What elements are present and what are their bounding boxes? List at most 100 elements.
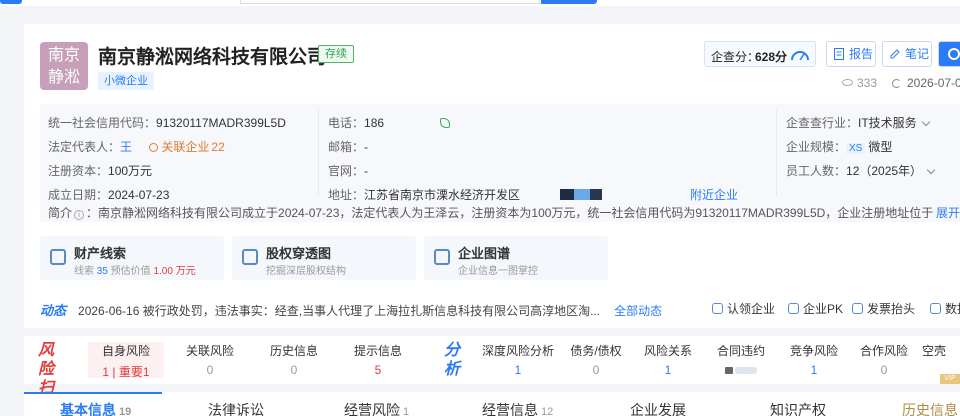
property-clues-card[interactable]: 财产线索 线索 35 预估价值 1.00 万元 xyxy=(40,236,224,280)
analysis-label: 竞争风险 xyxy=(789,344,838,358)
phone-label: 电话： xyxy=(328,116,365,130)
score-button[interactable]: 企查分： 628分 xyxy=(704,41,816,67)
risk-relation-cell[interactable]: 风险关系 1 xyxy=(636,342,700,378)
locked-value xyxy=(706,363,776,377)
credit-code-row: 统一社会信用代码：91320117MADR399L5D xyxy=(48,114,286,131)
action-label: 认领企业 xyxy=(727,302,776,316)
feature-sub: 挖掘深层股权结构 xyxy=(266,266,346,277)
capital-value: 100万元 xyxy=(108,164,153,178)
tab-operation-risk[interactable]: 经营风险 1 xyxy=(344,400,409,416)
tab-operation-info[interactable]: 经营信息 12 xyxy=(482,400,553,416)
tab-history[interactable]: 历史信息 xyxy=(902,400,958,416)
scale-row: 企业规模： XS 微型 xyxy=(786,138,892,155)
analysis-label: 风险关系 xyxy=(643,344,692,358)
data-button[interactable]: 数据 xyxy=(930,300,960,317)
contract-default-cell[interactable]: 合同违约 xyxy=(706,342,776,378)
founded-label: 成立日期： xyxy=(48,188,109,202)
risk-scan-panel: 风险扫描 自身风险 1 | 重要1 关联风险 0 历史信息 0 提示信息 5 分… xyxy=(24,336,960,416)
action-label: 发票抬头 xyxy=(867,302,916,316)
related-risk-cell[interactable]: 关联风险 0 xyxy=(172,342,248,378)
note-label: 笔记 xyxy=(905,47,930,61)
search-input[interactable] xyxy=(240,0,540,4)
tab-count: 12 xyxy=(541,406,554,416)
website-label: 官网： xyxy=(328,164,365,178)
history-info-cell[interactable]: 历史信息 0 xyxy=(256,342,332,378)
founded-row: 成立日期：2024-07-23 xyxy=(48,186,169,203)
risk-value: 5 xyxy=(374,363,382,377)
website-value: - xyxy=(364,164,369,178)
legal-rep-link[interactable]: 王 xyxy=(120,140,132,154)
related-icon xyxy=(149,143,159,152)
analysis-label: 空壳 xyxy=(922,344,947,358)
claim-icon xyxy=(712,303,723,314)
competition-risk-cell[interactable]: 竞争风险 1 xyxy=(782,342,846,378)
logo-icon[interactable] xyxy=(0,0,22,4)
related-companies-link[interactable]: 关联企业 22 xyxy=(149,140,225,154)
legal-rep-label: 法定代表人： xyxy=(48,140,121,154)
vip-blur xyxy=(735,367,757,374)
nearby-companies-link[interactable]: 附近企业 xyxy=(690,188,738,202)
deep-risk-cell[interactable]: 深度风险分析 1 xyxy=(480,342,556,378)
credit-code-value[interactable]: 91320117MADR399L5D xyxy=(156,116,286,130)
tab-basic-info[interactable]: 基本信息 19 xyxy=(60,400,131,416)
tab-development[interactable]: 企业发展 xyxy=(630,400,686,416)
update-time[interactable]: 2026-07-0 xyxy=(892,76,960,90)
feature-title: 财产线索 xyxy=(74,246,127,261)
company-name: 南京静淞网络科技有限公司 xyxy=(98,47,327,68)
analysis-value: 1 xyxy=(514,363,522,377)
expand-link[interactable]: 展开 xyxy=(933,204,960,221)
summary: 简介 i ：南京静淞网络科技有限公司成立于2024-07-23，法定代表人为王泽云，… xyxy=(48,204,960,221)
address-value[interactable]: 江苏省南京市溧水经济开发区 xyxy=(364,188,520,202)
size-tag[interactable]: 小微企业 xyxy=(98,72,154,90)
industry-value[interactable]: IT技术服务 xyxy=(858,116,917,130)
feature-sub: 企业信息一图掌控 xyxy=(458,266,538,277)
clue-value: 1.00 万元 xyxy=(153,266,196,277)
all-dynamics-link[interactable]: 全部动态 xyxy=(614,304,662,318)
risk-label: 历史信息 xyxy=(269,344,318,358)
search-button[interactable] xyxy=(541,0,597,4)
tab-legal[interactable]: 法律诉讼 xyxy=(208,400,264,416)
graph-icon xyxy=(434,249,450,265)
debt-cell[interactable]: 债务/债权 0 xyxy=(562,342,630,378)
chevron-down-icon[interactable] xyxy=(926,165,936,175)
report-button[interactable]: 报告 xyxy=(826,41,876,67)
invoice-icon xyxy=(852,303,863,314)
company-pk-button[interactable]: 企业PK xyxy=(788,300,843,317)
analysis-value: 1 xyxy=(664,363,672,377)
scale-tag: XS xyxy=(846,143,866,154)
equity-chart-card[interactable]: 股权穿透图 挖掘深层股权结构 xyxy=(232,236,416,280)
tab-label: 企业发展 xyxy=(630,402,686,416)
clue-count: 35 xyxy=(96,266,108,277)
top-header xyxy=(0,0,960,6)
shell-cell[interactable]: 空壳 xyxy=(922,342,960,378)
info-icon[interactable]: i xyxy=(74,210,85,220)
tab-ip[interactable]: 知识产权 xyxy=(770,400,826,416)
risk-label: 自身风险 xyxy=(101,344,150,358)
locate-icon xyxy=(948,48,960,60)
action-label: 企业PK xyxy=(803,302,844,316)
chevron-down-icon[interactable] xyxy=(921,117,930,127)
analysis-value: 0 xyxy=(592,363,600,377)
tab-label: 知识产权 xyxy=(770,402,826,416)
tab-label: 法律诉讼 xyxy=(208,402,264,416)
cooperation-risk-cell[interactable]: 合作风险 0 xyxy=(852,342,916,378)
note-button[interactable]: 笔记 xyxy=(882,41,932,67)
dynamic-text[interactable]: 2026-06-16 被行政处罚，违法事实：经查,当事人代理了上海拉扎斯信息科技… xyxy=(78,304,600,318)
self-risk-cell[interactable]: 自身风险 1 | 重要1 xyxy=(88,342,164,379)
tab-label: 历史信息 xyxy=(902,402,958,416)
hint-info-cell[interactable]: 提示信息 5 xyxy=(340,342,416,378)
gauge-icon xyxy=(791,51,809,61)
divider xyxy=(318,110,319,196)
phone-icon[interactable] xyxy=(440,118,451,128)
risk-value: 1 | 重要1 xyxy=(102,365,150,379)
locate-button[interactable] xyxy=(938,41,960,67)
claim-company-button[interactable]: 认领企业 xyxy=(712,300,775,317)
report-label: 报告 xyxy=(849,47,874,61)
invoice-title-button[interactable]: 发票抬头 xyxy=(852,300,915,317)
company-graph-card[interactable]: 企业图谱 企业信息一图掌控 xyxy=(424,236,608,280)
clue-mid: 预估价值 xyxy=(107,266,154,277)
staff-value[interactable]: 12（2025年） xyxy=(846,164,922,178)
phone-value[interactable]: 186 xyxy=(364,116,384,130)
summary-label: 简介 xyxy=(48,206,73,220)
eye-icon xyxy=(842,79,853,86)
